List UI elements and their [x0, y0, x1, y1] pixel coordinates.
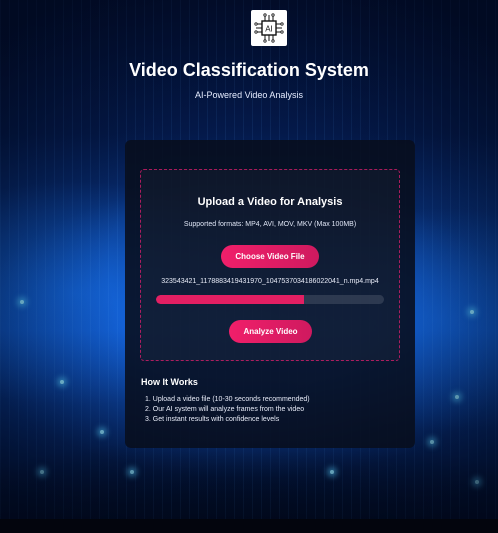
supported-formats-text: Supported formats: MP4, AVI, MOV, MKV (M…	[183, 221, 357, 228]
upload-heading: Upload a Video for Analysis	[197, 196, 343, 208]
upload-progress-bar	[156, 295, 384, 304]
page-subtitle: AI-Powered Video Analysis	[195, 90, 303, 100]
how-it-works-heading: How It Works	[141, 377, 198, 387]
step-item: 3. Get instant results with confidence l…	[145, 416, 280, 423]
analyze-video-button[interactable]: Analyze Video	[229, 320, 312, 343]
page-title: Video Classification System	[129, 60, 369, 80]
ai-chip-icon: AI	[254, 13, 284, 43]
logo-text: AI	[265, 25, 273, 34]
main-panel: Upload a Video for Analysis Supported fo…	[125, 140, 415, 448]
upload-dropzone[interactable]: Upload a Video for Analysis Supported fo…	[140, 169, 400, 361]
bottom-edge	[0, 519, 498, 533]
upload-progress-fill	[156, 295, 305, 304]
ai-chip-logo: AI	[251, 10, 287, 46]
step-item: 2. Our AI system will analyze frames fro…	[145, 406, 305, 413]
how-it-works-steps: 1. Upload a video file (10-30 seconds re…	[145, 395, 310, 425]
choose-video-file-button[interactable]: Choose Video File	[221, 245, 319, 268]
step-item: 1. Upload a video file (10-30 seconds re…	[145, 396, 310, 403]
selected-file-name: 323543421_1178883419431970_1047537034186…	[161, 278, 379, 285]
